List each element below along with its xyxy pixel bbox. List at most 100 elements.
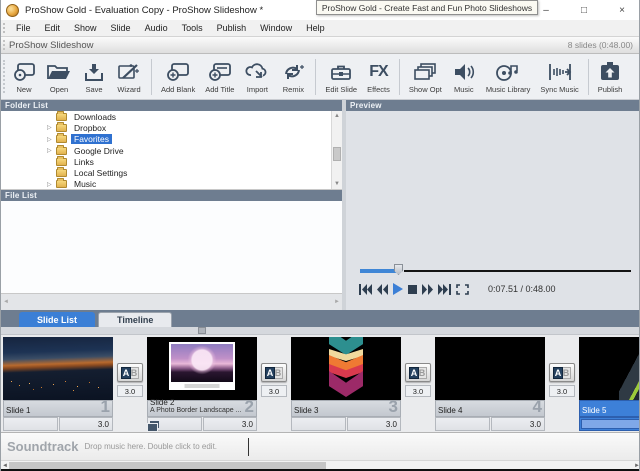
open-show-button[interactable]: Open [41,58,77,95]
slide-name: Slide 5 [582,406,607,415]
stop-button[interactable] [408,284,417,295]
file-list-area[interactable] [1,201,342,294]
menu-file[interactable]: File [9,23,38,33]
import-button[interactable]: Import [239,58,275,95]
add-title-slide-icon [207,60,233,84]
scrollbar-thumb[interactable] [333,147,341,161]
slide-options-cell[interactable] [435,417,490,431]
save-show-button[interactable]: Save [77,58,111,95]
slide-cell-1[interactable]: Slide 1 1 3.0 [3,337,113,431]
folder-item-music[interactable]: ▷ Music [1,178,342,189]
wizard-button[interactable]: Wizard [111,58,147,95]
folder-item-dropbox[interactable]: ▷ Dropbox [1,121,342,133]
new-show-button[interactable]: New [7,58,41,95]
save-icon [82,60,106,84]
menu-slide[interactable]: Slide [104,23,138,33]
soundtrack-bar[interactable]: Soundtrack Drop music here. Double click… [1,432,639,460]
slide-cell-3[interactable]: Slide 3 3 3.0 [291,337,401,431]
remix-button[interactable]: Remix [275,58,311,95]
tab-slide-list[interactable]: Slide List [19,312,96,327]
slide-duration[interactable] [581,419,639,429]
layers-icon [147,420,159,432]
scroll-left-icon[interactable]: ◄ [3,299,9,305]
folder-icon [56,111,67,121]
transition-duration-2[interactable]: 3.0 [261,385,287,397]
show-options-button[interactable]: Show Opt [404,58,447,95]
expand-arrow-icon[interactable]: ▷ [47,136,56,143]
fast-forward-button[interactable] [422,283,433,295]
menu-edit[interactable]: Edit [38,23,68,33]
folder-scrollbar[interactable]: ▲ ▼ [331,111,342,189]
skip-start-button[interactable] [359,283,372,295]
folder-item-favorites[interactable]: ▷ Favorites [1,133,342,145]
slide-options-cell[interactable] [3,417,58,431]
fullscreen-button[interactable] [456,283,469,295]
strip-slider-handle[interactable] [198,327,206,334]
publish-button[interactable]: Publish [593,58,628,95]
music-button[interactable]: Music [447,58,481,95]
play-button[interactable] [393,283,403,295]
slide-cell-2[interactable]: Slide 2 A Photo Border Landscape ... 2 3… [147,337,257,432]
slide-options-cell[interactable] [147,417,202,432]
file-list-hscroll[interactable]: ◄ ► [1,294,342,310]
slide-duration[interactable]: 3.0 [59,417,113,431]
sync-music-button[interactable]: Sync Music [535,58,583,95]
slide4-thumbnail[interactable] [435,337,545,400]
slide-duration[interactable]: 3.0 [491,417,545,431]
slide-stack-icon [412,60,438,84]
slide-options-cell[interactable] [291,417,346,431]
slide5-thumbnail[interactable] [579,337,639,400]
slide-duration[interactable]: 3.0 [347,417,401,431]
slide-duration[interactable]: 3.0 [203,417,257,431]
scroll-down-icon[interactable]: ▼ [332,179,342,189]
menu-window[interactable]: Window [253,23,299,33]
scroll-right-icon[interactable]: ► [334,299,340,305]
transition-button-1[interactable]: A B [117,363,143,382]
scroll-up-icon[interactable]: ▲ [332,111,342,121]
transition-duration-3[interactable]: 3.0 [405,385,431,397]
transition-duration-4[interactable]: 3.0 [549,385,575,397]
edit-slide-button[interactable]: Edit Slide [320,58,362,95]
rewind-button[interactable] [377,283,388,295]
transition-button-2[interactable]: A B [261,363,287,382]
show-info: 8 slides (0:48.00) [567,40,633,50]
scrub-track[interactable] [404,270,631,272]
menu-tools[interactable]: Tools [175,23,210,33]
music-library-button[interactable]: Music Library [481,58,536,95]
slide2-thumbnail[interactable] [147,337,257,400]
expand-arrow-icon[interactable]: ▷ [47,181,56,188]
slide-name: Slide 4 [438,406,463,415]
folder-item-local-settings[interactable]: Local Settings [1,167,342,178]
slide2-photo [171,344,233,382]
slide1-thumbnail[interactable] [3,337,113,400]
folder-item-downloads[interactable]: Downloads [1,111,342,122]
slide3-thumbnail[interactable] [291,337,401,400]
folder-item-links[interactable]: Links [1,155,342,167]
scrollbar-thumb[interactable] [9,462,326,469]
tab-timeline[interactable]: Timeline [98,312,173,327]
folder-item-google-drive[interactable]: ▷ Google Drive [1,144,342,156]
slide-cell-5-selected[interactable]: Slide 5 5 [579,337,639,431]
menu-publish[interactable]: Publish [210,23,254,33]
effects-button[interactable]: FX Effects [362,58,395,95]
transition-button-4[interactable]: A B [549,363,575,382]
expand-arrow-icon[interactable]: ▷ [47,147,56,154]
transition-duration-1[interactable]: 3.0 [117,385,143,397]
scrub-handle[interactable] [394,264,403,275]
close-button[interactable]: × [603,0,639,20]
strip-slider-track[interactable] [1,327,639,335]
add-blank-button[interactable]: Add Blank [156,58,200,95]
expand-arrow-icon[interactable]: ▷ [47,124,56,131]
transition-button-3[interactable]: A B [405,363,431,382]
menu-show[interactable]: Show [67,23,104,33]
remix-arrows-icon [280,60,306,84]
toolbar-separator [587,58,589,95]
folder-icon [56,144,67,155]
horizontal-scrollbar[interactable]: ◄ ► [1,460,639,469]
menu-audio[interactable]: Audio [138,23,175,33]
skip-end-button[interactable] [438,283,451,295]
slide-cell-4[interactable]: Slide 4 4 3.0 [435,337,545,431]
add-title-button[interactable]: Add Title [200,58,239,95]
menu-help[interactable]: Help [299,23,332,33]
maximize-button[interactable]: □ [565,0,603,20]
